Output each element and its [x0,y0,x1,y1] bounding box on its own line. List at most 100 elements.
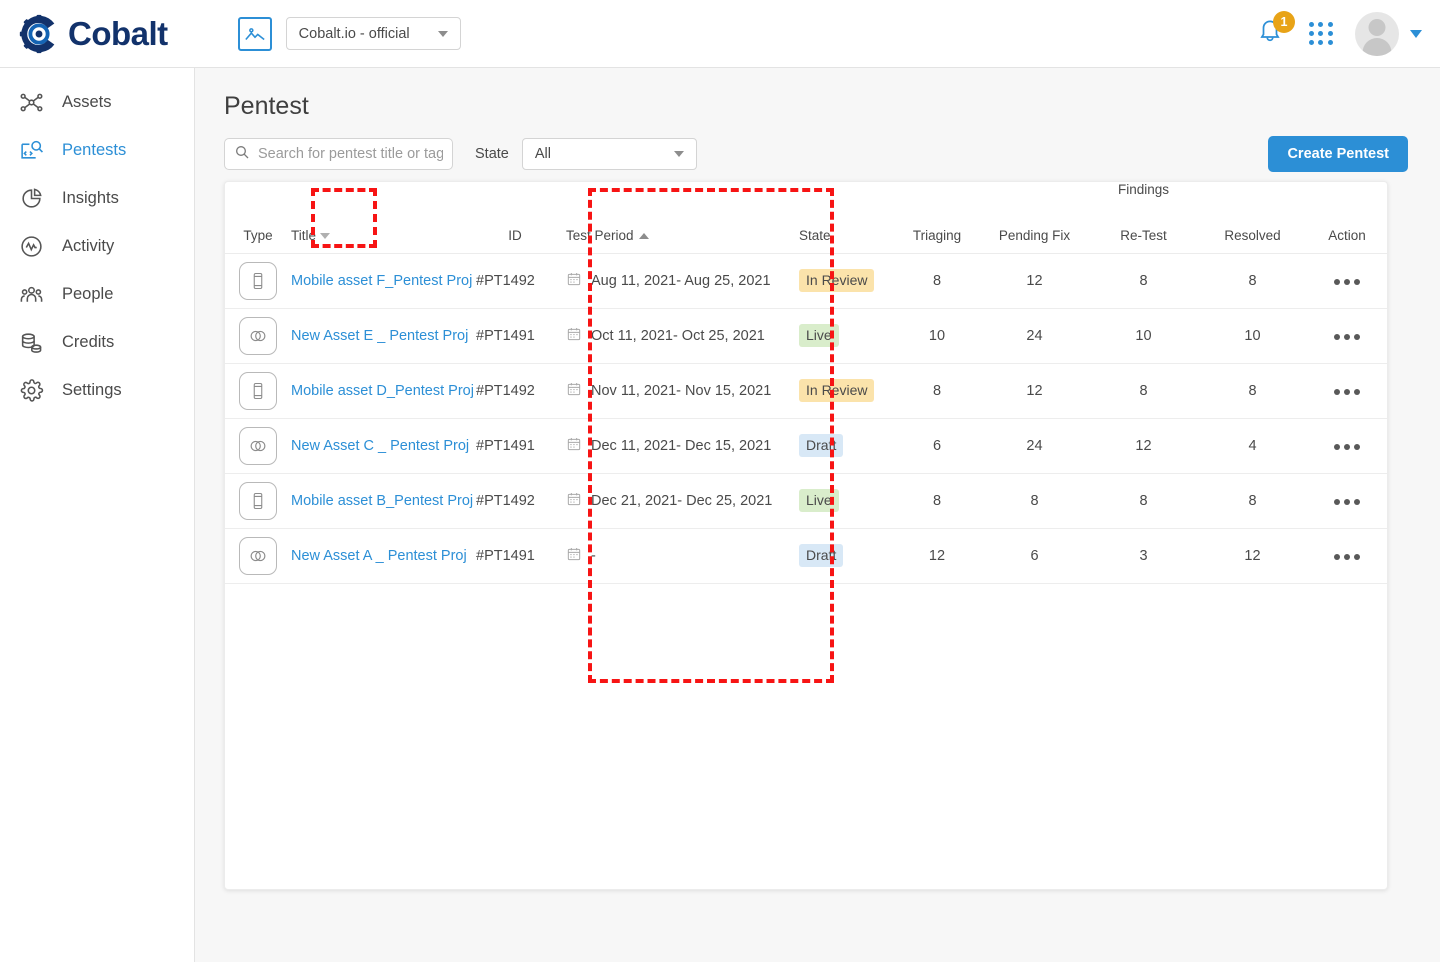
cell-retest: 3 [1089,528,1198,584]
cell-state: Draft [799,418,894,474]
table-row[interactable]: New Asset C _ Pentest Proj #PT1491 Dec 11,… [225,418,1387,474]
table-row[interactable]: New Asset E _ Pentest Proj #PT1491 Oct 11,… [225,308,1387,364]
state-filter-label: State [475,146,509,162]
cell-title: New Asset E _ Pentest Proj [291,308,476,364]
column-header-row: Type Title ID Test Period State Triaging… [225,199,1387,254]
state-filter-select[interactable]: All [521,138,697,170]
sidebar-item-people[interactable]: People [0,270,194,318]
apps-grid-icon[interactable] [1309,21,1333,46]
cell-test-period: Dec 21, 2021- Dec 25, 2021 [554,473,799,529]
calendar-icon [566,326,582,346]
cell-type [225,528,291,584]
notification-badge: 1 [1273,10,1295,33]
status-badge: Draft [799,434,844,457]
overlapping-circles-icon [239,536,277,575]
cell-action [1307,528,1387,584]
cell-test-period: Aug 11, 2021- Aug 25, 2021 [554,253,799,309]
pentest-title-link[interactable]: New Asset A _ Pentest Proj [291,548,467,564]
table-row[interactable]: New Asset A _ Pentest Proj #PT1491 - Draft 1… [225,528,1387,584]
status-badge: Live [799,324,839,347]
sidebar-item-pentests[interactable]: Pentests [0,126,194,174]
table-row[interactable]: Mobile asset F_Pentest Proj #PT1492 Aug 11… [225,253,1387,309]
search-box[interactable] [224,138,453,170]
column-header-retest: Re-Test [1089,199,1198,254]
pentest-table: Findings Type Title ID Test Period State [225,182,1387,584]
cell-resolved: 4 [1198,418,1307,474]
table-head: Findings Type Title ID Test Period State [225,182,1387,254]
cell-title: New Asset C _ Pentest Proj [291,418,476,474]
search-input[interactable] [258,146,443,162]
app-root: Cobalt Cobalt.io - official 1 Assets Pen… [0,0,1440,962]
pentest-title-link[interactable]: New Asset E _ Pentest Proj [291,328,468,344]
org-switcher[interactable]: Cobalt.io - official [237,16,461,51]
state-filter-value: All [534,146,551,162]
cell-resolved: 12 [1198,528,1307,584]
cell-type [225,363,291,419]
top-bar-actions: 1 [1257,10,1422,56]
pentest-table-card: Findings Type Title ID Test Period State [224,181,1388,890]
user-menu[interactable] [1355,11,1422,56]
cell-resolved: 8 [1198,473,1307,529]
sort-ascending-icon [638,232,649,239]
column-header-test-period[interactable]: Test Period [554,199,799,254]
more-options-icon[interactable] [1334,278,1360,285]
more-options-icon[interactable] [1334,553,1360,560]
pentest-title-link[interactable]: Mobile asset B_Pentest Proj [291,493,473,509]
column-header-type: Type [225,199,291,254]
cell-triaging: 8 [894,473,980,529]
cell-pending-fix: 24 [980,308,1089,364]
cell-id: #PT1492 [476,253,554,309]
table-row[interactable]: Mobile asset B_Pentest Proj #PT1492 Dec 21… [225,473,1387,529]
cell-id: #PT1491 [476,418,554,474]
top-bar: Cobalt Cobalt.io - official 1 [0,0,1440,68]
status-badge: Live [799,489,839,512]
column-header-action: Action [1307,199,1387,254]
cobalt-gear-logo-icon [16,11,62,57]
brand-logo[interactable]: Cobalt [16,11,168,57]
calendar-icon [566,436,582,456]
notifications-button[interactable]: 1 [1257,10,1295,51]
cell-action [1307,253,1387,309]
people-group-icon [16,279,46,309]
more-options-icon[interactable] [1334,388,1360,395]
column-header-title[interactable]: Title [291,199,476,254]
sidebar-item-label: Insights [62,188,119,207]
cell-type [225,418,291,474]
table-row[interactable]: Mobile asset D_Pentest Proj #PT1492 Nov 11… [225,363,1387,419]
cell-action [1307,363,1387,419]
cell-type [225,253,291,309]
pentest-title-link[interactable]: Mobile asset F_Pentest Proj [291,273,472,289]
pentest-title-link[interactable]: New Asset C _ Pentest Proj [291,438,469,454]
sidebar-item-activity[interactable]: Activity [0,222,194,270]
sidebar-item-credits[interactable]: Credits [0,318,194,366]
more-options-icon[interactable] [1334,443,1360,450]
insights-piechart-icon [16,183,46,213]
chevron-down-icon [673,151,684,157]
brand-name: Cobalt [68,14,168,52]
sidebar-item-insights[interactable]: Insights [0,174,194,222]
cell-type [225,473,291,529]
calendar-icon [566,491,582,511]
cell-triaging: 8 [894,253,980,309]
calendar-icon [566,381,582,401]
column-header-pending-fix: Pending Fix [980,199,1089,254]
test-period-text: Aug 11, 2021- Aug 25, 2021 [591,272,771,289]
more-options-icon[interactable] [1334,333,1360,340]
cell-action [1307,418,1387,474]
create-pentest-button[interactable]: Create Pentest [1268,136,1408,172]
cell-triaging: 6 [894,418,980,474]
cell-title: Mobile asset D_Pentest Proj [291,363,476,419]
sidebar-item-label: People [62,284,114,303]
pentest-title-link[interactable]: Mobile asset D_Pentest Proj [291,383,474,399]
sidebar-item-settings[interactable]: Settings [0,366,194,414]
cell-retest: 8 [1089,473,1198,529]
activity-pulse-icon [16,231,46,261]
test-period-text: Nov 11, 2021- Nov 15, 2021 [591,382,772,399]
cell-state: Live [799,473,894,529]
org-select[interactable]: Cobalt.io - official [285,17,461,50]
cell-test-period: Nov 11, 2021- Nov 15, 2021 [554,363,799,419]
column-header-title-label: Title [291,227,317,243]
more-options-icon[interactable] [1334,498,1360,505]
sidebar-item-assets[interactable]: Assets [0,78,194,126]
mobile-phone-icon [239,481,277,520]
